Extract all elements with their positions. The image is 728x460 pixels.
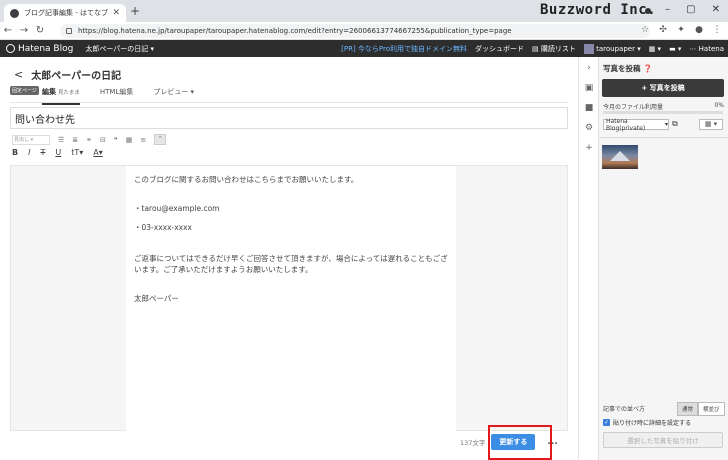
- notification-icon[interactable]: ▬ ▾: [669, 45, 681, 53]
- entry-title-input[interactable]: 問い合わせ先: [10, 107, 568, 129]
- body-email: ・tarou@example.com: [134, 204, 220, 213]
- help-icon[interactable]: ❓: [643, 64, 652, 73]
- file-usage-percent: 0%: [714, 102, 724, 109]
- body-signature: 太郎ペーパー: [134, 294, 179, 303]
- detail-settings-checkbox[interactable]: ✓ 貼り付け時に詳細を設定する: [603, 418, 691, 427]
- puzzle-icon[interactable]: ✦: [676, 25, 686, 35]
- tab-divider: [10, 102, 568, 103]
- forward-icon[interactable]: →: [16, 25, 32, 36]
- checkbox-checked-icon[interactable]: ✓: [603, 419, 610, 426]
- editor-area: < 太郎ペーパーの日記 固定ページ 編集 見たまま HTML編集 プレビュー ▾ …: [0, 57, 578, 460]
- char-count: 137文字: [460, 439, 486, 447]
- format-toolbar-row1: 見出し ▾ ☰ ≣ ⚭ ⊟ ❝ ▦ ≡ ⌃: [12, 134, 167, 145]
- hatena-blog-logo[interactable]: Hatena Blog: [6, 44, 73, 54]
- hatena-logo-icon: [6, 44, 15, 53]
- horizontal-rule-icon[interactable]: ⊟: [100, 136, 106, 144]
- file-usage-label: 今月のファイル利用量: [603, 104, 664, 111]
- italic-icon[interactable]: I: [28, 148, 30, 157]
- url-field[interactable]: https://blog.hatena.ne.jp/taroupaper/tar…: [60, 24, 650, 38]
- photo-panel: 写真を投稿 ❓ + 写真を投稿 今月のファイル利用量 0% Hatena Blo…: [598, 57, 728, 460]
- close-tab-icon[interactable]: ✕: [112, 8, 120, 18]
- editor-content-frame: このブログに関するお問い合わせはこちらまでお願いいたします。 ・tarou@ex…: [10, 165, 568, 432]
- hatena-header: Hatena Blog 太郎ペーパーの日記 ▾ [PR] 今ならPro利用で独自…: [0, 40, 728, 57]
- bullet-list-icon[interactable]: ☰: [58, 136, 64, 144]
- brand-overlay: Buzzword Inc.: [540, 2, 657, 18]
- close-window-icon[interactable]: ✕: [712, 4, 720, 15]
- photo-icon[interactable]: ▣: [584, 83, 594, 93]
- fixed-page-badge: 固定ページ: [10, 86, 39, 95]
- star-icon[interactable]: ☆: [640, 25, 650, 35]
- highlight-box: [488, 425, 552, 460]
- window-controls: – ▢ ✕: [665, 4, 720, 15]
- link-icon[interactable]: ⚭: [86, 136, 92, 144]
- lock-icon: [66, 28, 72, 34]
- view-grid-icon[interactable]: ▦ ▾: [699, 119, 723, 130]
- address-bar: ← → ↻ https://blog.hatena.ne.jp/taroupap…: [0, 22, 728, 40]
- collapse-toolbar-icon[interactable]: ⌃: [154, 134, 167, 145]
- reading-list-icon: ▤: [532, 44, 539, 53]
- sort-normal-button[interactable]: 通常: [677, 402, 699, 416]
- hatena-brand-link[interactable]: ⋯ Hatena: [689, 45, 724, 53]
- plus-icon[interactable]: +: [584, 143, 594, 153]
- avatar: [583, 43, 594, 54]
- gear-icon[interactable]: ⚙: [584, 123, 594, 133]
- new-tab-button[interactable]: +: [130, 4, 140, 18]
- extension-icons: ☆ ✣ ✦ ● ⋮: [640, 25, 722, 35]
- back-icon[interactable]: ←: [0, 25, 16, 36]
- photo-thumbnail[interactable]: [602, 145, 638, 169]
- editor-body[interactable]: このブログに関するお問い合わせはこちらまでお願いいたします。 ・tarou@ex…: [126, 166, 456, 432]
- back-chevron-icon[interactable]: <: [14, 68, 23, 81]
- header-right: [PR] 今ならPro利用で独自ドメイン無料 ダッシュボード ▤ 購読リスト t…: [341, 40, 724, 57]
- profile-icon[interactable]: ●: [694, 25, 704, 35]
- blog-title-row: < 太郎ペーパーの日記: [14, 67, 121, 82]
- browser-tab[interactable]: ブログ記事編集 - はてなブログ ✕: [4, 4, 126, 22]
- body-phone: ・03-xxxx-xxxx: [134, 223, 192, 232]
- body-paragraph: このブログに関するお問い合わせはこちらまでお願いいたします。: [134, 175, 359, 184]
- hatena-favicon-icon: [10, 8, 19, 18]
- record-icon: [645, 8, 651, 14]
- text-color-icon[interactable]: A▾: [93, 148, 103, 157]
- strikethrough-icon[interactable]: T: [40, 148, 45, 157]
- sidebar-icon-strip: › ▣ ■ ⚙ +: [578, 57, 598, 460]
- body-paragraph-reply: ご返事についてはできるだけ早くご回答させて頂きますが、場合によっては遅れることも…: [134, 254, 448, 274]
- maximize-icon[interactable]: ▢: [686, 4, 695, 15]
- album-select[interactable]: Hatena Blog(private) ▾: [603, 118, 669, 132]
- heading-select[interactable]: 見出し ▾: [12, 134, 50, 145]
- bold-icon[interactable]: B: [12, 148, 18, 157]
- panel-title: 写真を投稿 ❓: [603, 64, 653, 73]
- user-menu[interactable]: taroupaper ▾: [583, 43, 641, 54]
- reading-list-link[interactable]: ▤ 購読リスト: [532, 44, 576, 54]
- blog-menu[interactable]: 太郎ペーパーの日記 ▾: [85, 44, 154, 54]
- sort-label: 記事での並べ方: [603, 406, 646, 413]
- collapse-panel-icon[interactable]: ›: [584, 63, 594, 73]
- upload-photo-button[interactable]: + 写真を投稿: [602, 79, 724, 97]
- extension-icon[interactable]: ✣: [658, 25, 668, 35]
- format-toolbar-row2: B I T U tT▾ A▾: [12, 148, 103, 157]
- underline-icon[interactable]: U: [55, 148, 61, 157]
- numbered-list-icon[interactable]: ≣: [72, 136, 78, 144]
- promo-link[interactable]: [PR] 今ならPro利用で独自ドメイン無料: [341, 44, 467, 54]
- external-link-icon[interactable]: ⧉: [672, 119, 678, 129]
- read-more-icon[interactable]: ≡: [140, 136, 146, 144]
- browser-tab-bar: ブログ記事編集 - はてなブログ ✕ + Buzzword Inc. – ▢ ✕: [0, 0, 728, 22]
- sort-side-by-side-button[interactable]: 横並び: [698, 402, 725, 416]
- folder-icon[interactable]: ■: [584, 103, 594, 113]
- minimize-icon[interactable]: –: [665, 4, 670, 15]
- apps-grid-icon[interactable]: ▦ ▾: [649, 45, 661, 53]
- sort-options: 通常 横並び: [677, 402, 725, 416]
- quote-icon[interactable]: ❝: [114, 136, 118, 144]
- file-usage-bar: [603, 111, 723, 114]
- panel-divider: [599, 137, 728, 138]
- menu-dots-icon[interactable]: ⋮: [712, 25, 722, 35]
- url-text: https://blog.hatena.ne.jp/taroupaper/tar…: [78, 27, 512, 35]
- tab-title: ブログ記事編集 - はてなブログ: [24, 9, 108, 17]
- dashboard-link[interactable]: ダッシュボード: [475, 44, 524, 54]
- font-size-icon[interactable]: tT▾: [71, 148, 83, 157]
- blog-title[interactable]: 太郎ペーパーの日記: [31, 67, 121, 82]
- paste-selected-photo-button[interactable]: 選択した写真を貼り付け: [603, 432, 723, 448]
- table-icon[interactable]: ▦: [126, 136, 133, 144]
- reload-icon[interactable]: ↻: [32, 25, 48, 36]
